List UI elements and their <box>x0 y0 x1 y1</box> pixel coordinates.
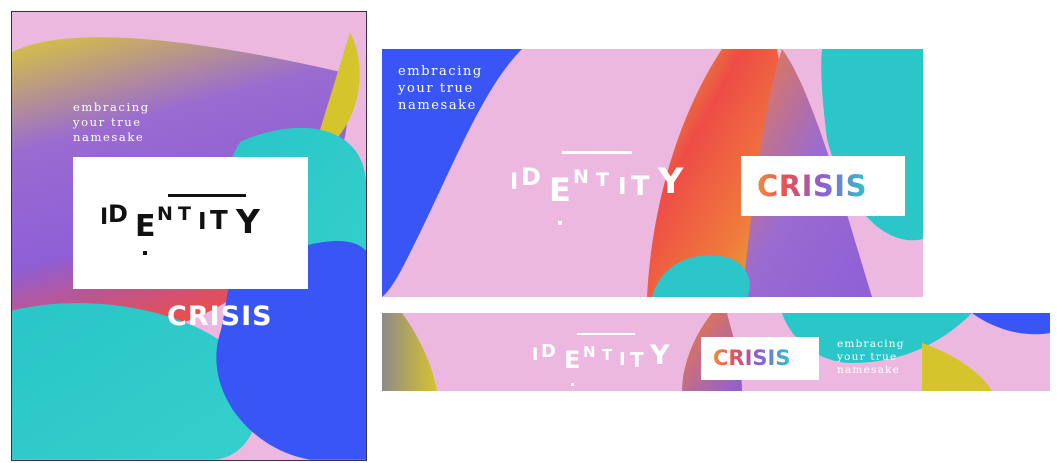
letter-i1: I <box>510 170 519 195</box>
letter-i2: I <box>618 174 627 200</box>
letter-i2: I <box>198 209 207 235</box>
letter-y: Y <box>658 162 684 202</box>
letter-t2: T <box>631 171 650 202</box>
poster-identity-overline <box>168 194 246 197</box>
letter-e: E <box>564 346 581 374</box>
banner-identity-overline <box>562 151 632 154</box>
poster-identity-dot <box>143 251 147 255</box>
strip-identity-dot <box>571 383 574 386</box>
letter-t1: T <box>596 169 609 191</box>
poster-design: embracing your true namesake I D E N T I… <box>11 11 367 461</box>
poster-crisis-text: CRISIS <box>167 301 273 332</box>
strip-identity-overline <box>577 333 635 335</box>
strip-banner-design: I D E N T I T Y CRISIS embracing your tr… <box>382 313 1050 391</box>
letter-y: Y <box>236 202 260 241</box>
letter-t1: T <box>602 346 613 364</box>
poster-identity-wordmark: I D E N T I T Y <box>98 192 288 262</box>
strip-identity-wordmark: I D E N T I T Y <box>532 333 692 389</box>
letter-e: E <box>135 209 156 244</box>
banner-identity-dot <box>558 221 562 225</box>
letter-t1: T <box>178 203 191 225</box>
letter-e: E <box>549 171 571 209</box>
banner-design: embracing your true namesake I D E N T I… <box>382 49 923 297</box>
strip-olive-blob <box>382 313 437 391</box>
letter-d: D <box>108 200 128 228</box>
strip-crisis-box: CRISIS <box>701 337 819 380</box>
strip-blue-blob <box>972 313 1050 335</box>
banner-crisis-text: CRISIS <box>757 169 867 203</box>
banner-identity-wordmark: I D E N T I T Y <box>510 149 720 239</box>
banner-tagline: embracing your true namesake <box>398 64 483 113</box>
letter-t2: T <box>630 348 644 372</box>
strip-crisis-text: CRISIS <box>713 346 791 370</box>
letter-n: N <box>583 343 596 361</box>
letter-t2: T <box>210 206 228 236</box>
letter-n: N <box>573 166 589 188</box>
strip-tagline: embracing your true namesake <box>837 338 905 376</box>
letter-d: D <box>521 163 541 191</box>
poster-tagline: embracing your true namesake <box>73 100 150 144</box>
poster-identity-box: I D E N T I T Y <box>73 157 308 289</box>
letter-d: D <box>541 341 556 362</box>
letter-i2: I <box>619 349 626 370</box>
strip-yellow-blob <box>922 343 992 391</box>
banner-crisis-box: CRISIS <box>741 156 905 216</box>
letter-i1: I <box>100 205 109 230</box>
letter-i1: I <box>532 345 539 365</box>
letter-y: Y <box>650 340 670 371</box>
letter-n: N <box>157 203 173 225</box>
